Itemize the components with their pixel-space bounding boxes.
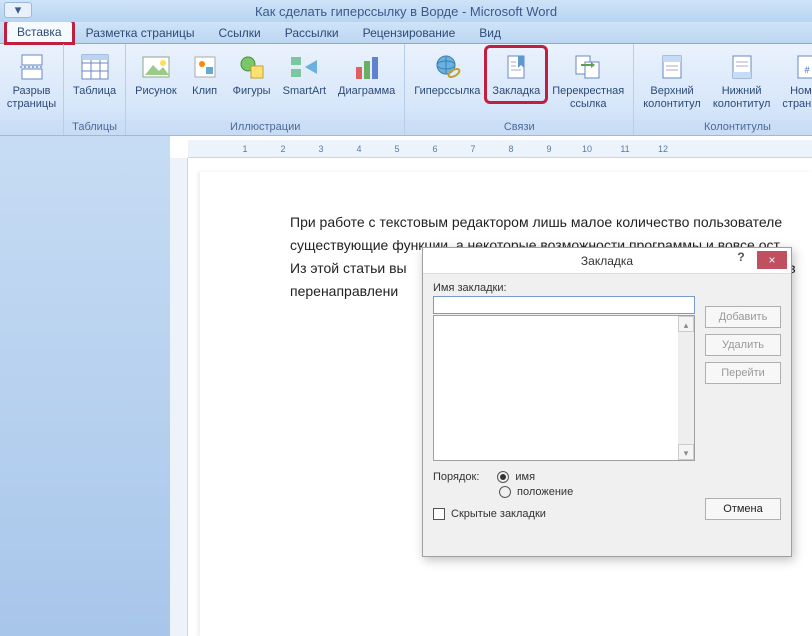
pagenum-button[interactable]: # Номерстраницы bbox=[777, 48, 812, 113]
clip-icon bbox=[189, 51, 221, 83]
smartart-button[interactable]: SmartArt bbox=[278, 48, 331, 101]
pagenum-icon: # bbox=[791, 51, 812, 83]
dialog-help-button[interactable]: ? bbox=[731, 250, 751, 264]
shapes-icon bbox=[236, 51, 268, 83]
group-label-headers: Колонтитулы bbox=[634, 120, 812, 135]
tab-view[interactable]: Вид bbox=[468, 22, 512, 43]
chart-button[interactable]: Диаграмма bbox=[333, 48, 400, 101]
delete-button[interactable]: Удалить bbox=[705, 334, 781, 356]
ribbon: Разрывстраницы Таблица Таблицы Рисунок bbox=[0, 44, 812, 136]
scroll-up-icon[interactable]: ▴ bbox=[678, 316, 694, 332]
doc-line: При работе с текстовым редактором лишь м… bbox=[290, 212, 800, 233]
dialog-titlebar[interactable]: Закладка ? × bbox=[423, 248, 791, 274]
page-break-button[interactable]: Разрывстраницы bbox=[4, 48, 59, 113]
group-links: Гиперссылка Закладка Перекрестнаяссылка … bbox=[405, 44, 634, 135]
hidden-bookmarks-checkbox[interactable] bbox=[433, 508, 445, 520]
crossref-button[interactable]: Перекрестнаяссылка bbox=[547, 48, 629, 113]
picture-button[interactable]: Рисунок bbox=[130, 48, 182, 101]
footer-button[interactable]: Нижнийколонтитул bbox=[708, 48, 776, 113]
order-position-label: положение bbox=[517, 486, 573, 498]
dialog-title: Закладка bbox=[581, 254, 633, 268]
list-scrollbar[interactable]: ▴ ▾ bbox=[678, 316, 694, 460]
dialog-close-button[interactable]: × bbox=[757, 251, 787, 269]
group-tables: Таблица Таблицы bbox=[64, 44, 126, 135]
vertical-ruler[interactable] bbox=[170, 158, 188, 636]
shapes-button[interactable]: Фигуры bbox=[228, 48, 276, 101]
title-bar: ▾ Как сделать гиперссылку в Ворде - Micr… bbox=[0, 0, 812, 22]
svg-text:#: # bbox=[804, 65, 809, 75]
bookmark-button[interactable]: Закладка bbox=[487, 48, 545, 101]
group-label-illustrations: Иллюстрации bbox=[126, 120, 404, 135]
hyperlink-icon bbox=[431, 51, 463, 83]
goto-button[interactable]: Перейти bbox=[705, 362, 781, 384]
window-title: Как сделать гиперссылку в Ворде - Micros… bbox=[255, 4, 557, 19]
hyperlink-button[interactable]: Гиперссылка bbox=[409, 48, 485, 101]
bookmark-list[interactable]: ▴ ▾ bbox=[433, 315, 695, 461]
crossref-icon bbox=[572, 51, 604, 83]
group-illustrations: Рисунок Клип Фигуры SmartArt bbox=[126, 44, 405, 135]
bookmark-name-label: Имя закладки: bbox=[433, 282, 781, 294]
ribbon-tabs: Вставка Разметка страницы Ссылки Рассылк… bbox=[0, 22, 812, 44]
picture-icon bbox=[140, 51, 172, 83]
clip-button[interactable]: Клип bbox=[184, 48, 226, 101]
bookmark-dialog: Закладка ? × Имя закладки: ▴ ▾ Добавить … bbox=[422, 247, 792, 557]
header-button[interactable]: Верхнийколонтитул bbox=[638, 48, 706, 113]
hidden-bookmarks-label: Скрытые закладки bbox=[451, 508, 546, 520]
group-label-tables: Таблицы bbox=[64, 120, 125, 135]
order-name-radio[interactable] bbox=[497, 471, 509, 483]
tab-references[interactable]: Ссылки bbox=[207, 22, 271, 43]
tab-page-layout[interactable]: Разметка страницы bbox=[75, 22, 206, 43]
order-position-radio[interactable] bbox=[499, 486, 511, 498]
tab-insert[interactable]: Вставка bbox=[6, 21, 73, 43]
bookmark-name-input[interactable] bbox=[433, 296, 695, 314]
qat-dropdown[interactable]: ▾ bbox=[4, 2, 32, 18]
page-break-icon bbox=[16, 51, 48, 83]
tab-review[interactable]: Рецензирование bbox=[352, 22, 467, 43]
footer-icon bbox=[726, 51, 758, 83]
left-pane bbox=[0, 136, 170, 636]
table-button[interactable]: Таблица bbox=[68, 48, 121, 101]
table-icon bbox=[79, 51, 111, 83]
tab-mailings[interactable]: Рассылки bbox=[274, 22, 350, 43]
group-label-links: Связи bbox=[405, 120, 633, 135]
group-pages: Разрывстраницы bbox=[0, 44, 64, 135]
cancel-button[interactable]: Отмена bbox=[705, 498, 781, 520]
chart-icon bbox=[351, 51, 383, 83]
header-icon bbox=[656, 51, 688, 83]
horizontal-ruler[interactable]: 123456789101112 bbox=[188, 140, 812, 158]
smartart-icon bbox=[288, 51, 320, 83]
order-label: Порядок: bbox=[433, 471, 479, 483]
bookmark-icon bbox=[500, 51, 532, 83]
group-headers: Верхнийколонтитул Нижнийколонтитул # Ном… bbox=[634, 44, 812, 135]
order-name-label: имя bbox=[515, 471, 535, 483]
scroll-down-icon[interactable]: ▾ bbox=[678, 444, 694, 460]
add-button[interactable]: Добавить bbox=[705, 306, 781, 328]
